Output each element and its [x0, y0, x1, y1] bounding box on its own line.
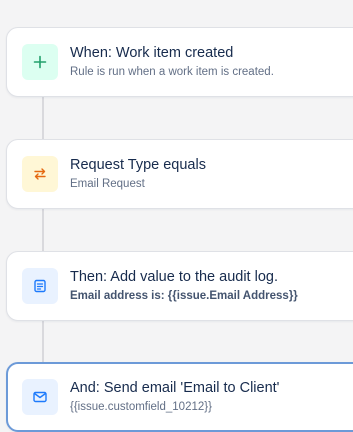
step-subtitle: Email address is: {{issue.Email Address}…: [70, 290, 298, 302]
step-title: And: Send email 'Email to Client': [70, 380, 280, 396]
condition-icon-box: [22, 156, 58, 192]
step-subtitle: Email Request: [70, 178, 145, 190]
step-title: Then: Add value to the audit log.: [70, 269, 278, 285]
action-icon-box: [22, 268, 58, 304]
trigger-icon-box: [22, 44, 58, 80]
trigger-card[interactable]: When: Work item created Rule is run when…: [6, 27, 353, 97]
plus-icon: [33, 55, 47, 69]
step-subtitle: {{issue.customfield_10212}}: [70, 401, 212, 413]
action-audit-log-card[interactable]: Then: Add value to the audit log. Email …: [6, 251, 353, 321]
step-title: When: Work item created: [70, 45, 234, 61]
action-icon-box: [22, 379, 58, 415]
flow-connector: [42, 321, 44, 363]
mail-icon: [33, 391, 47, 403]
condition-card[interactable]: Request Type equals Email Request: [6, 139, 353, 209]
action-send-email-card[interactable]: And: Send email 'Email to Client' {{issu…: [6, 362, 353, 432]
flow-connector: [42, 97, 44, 139]
step-title: Request Type equals: [70, 157, 206, 173]
document-icon: [34, 279, 46, 293]
step-subtitle: Rule is run when a work item is created.: [70, 66, 274, 78]
swap-arrows-icon: [34, 168, 46, 180]
flow-connector: [42, 209, 44, 251]
